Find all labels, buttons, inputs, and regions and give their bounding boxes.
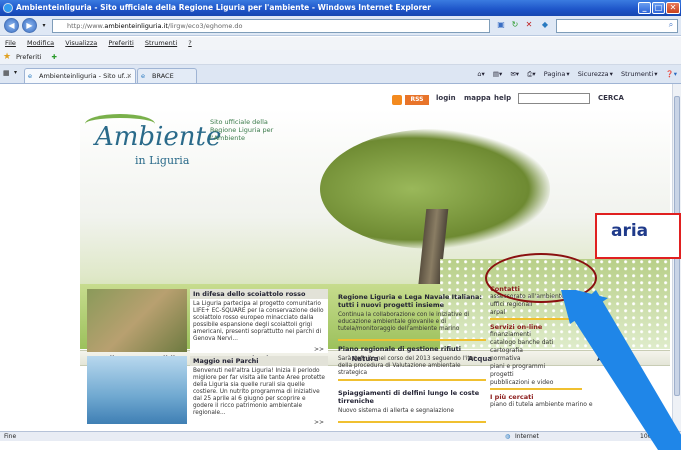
- status-text: Fine: [4, 433, 17, 440]
- middle-news-title[interactable]: Piano regionale di gestione rifiuti: [338, 345, 488, 353]
- logo-word: Ambiente: [95, 122, 222, 152]
- close-button[interactable]: ✕: [666, 2, 680, 14]
- tab-brace[interactable]: e BRACE: [137, 68, 197, 83]
- cerca-button[interactable]: CERCA: [598, 94, 624, 102]
- tab-label: Ambienteinliguria - Sito uf...: [39, 72, 130, 80]
- close-tab-icon[interactable]: ✕: [127, 69, 132, 83]
- globe-icon: ◍: [505, 433, 511, 440]
- address-domain: ambienteinliguria.it: [104, 22, 168, 30]
- star-icon[interactable]: ★: [3, 53, 11, 62]
- home-icon[interactable]: ⌂▾: [477, 70, 484, 78]
- print-icon[interactable]: ⎙▾: [527, 70, 535, 78]
- search-input[interactable]: [556, 19, 678, 33]
- ie-logo-icon: [3, 3, 13, 13]
- divider: [338, 339, 486, 341]
- window-title-bar: Ambienteinliguria - Sito ufficiale della…: [0, 0, 681, 16]
- site-search-input[interactable]: [518, 93, 590, 104]
- more-link[interactable]: >>: [314, 419, 324, 426]
- menu-visualizza[interactable]: Visualizza: [65, 39, 97, 47]
- middle-news-body: Sarà definito nel corso del 2013 seguend…: [338, 356, 476, 376]
- compatibility-icon[interactable]: ▣: [496, 20, 506, 30]
- mail-icon[interactable]: ✉▾: [510, 70, 519, 78]
- favorites-label[interactable]: Preferiti: [16, 53, 41, 61]
- refresh-icon[interactable]: ↻: [510, 20, 520, 30]
- address-toolbar: ◀ ▶ ▾ http://www.ambienteinliguria.it/li…: [0, 16, 681, 36]
- news-title[interactable]: In difesa dello scoiattolo rosso: [190, 289, 328, 299]
- squirrel-image[interactable]: [87, 289, 187, 352]
- tab-list-icon[interactable]: ▾: [14, 69, 17, 76]
- top-links: RSS login mappa help CERCA: [370, 93, 670, 106]
- page-icon: e: [28, 72, 32, 80]
- menu-preferiti[interactable]: Preferiti: [108, 39, 133, 47]
- zone-label: Internet: [515, 433, 539, 440]
- help-link[interactable]: help: [494, 94, 511, 102]
- logo-tagline: Sito ufficiale della Regione Liguria per…: [210, 118, 274, 142]
- logo-subtitle: in Liguria: [135, 154, 190, 167]
- search-icon[interactable]: ⌕: [666, 20, 676, 30]
- add-favorite-icon[interactable]: ✚: [52, 53, 57, 61]
- menu-bar: File Modifica Visualizza Preferiti Strum…: [0, 37, 681, 50]
- sitemap-link[interactable]: mappa: [464, 94, 491, 102]
- site-logo[interactable]: Ambiente in Liguria Sito ufficiale della…: [85, 114, 285, 184]
- news-item: Maggio nei Parchi Benvenuti nell'altra L…: [190, 356, 328, 426]
- tab-label: BRACE: [152, 72, 174, 80]
- middle-news-title[interactable]: Spiaggiamenti di delfini lungo le coste …: [338, 389, 488, 405]
- divider: [338, 421, 486, 423]
- middle-news-item: Regione Liguria e Lega Navale Italiana: …: [338, 293, 488, 333]
- arrow-annotation: [561, 290, 681, 450]
- rss-label[interactable]: RSS: [405, 95, 429, 105]
- news-title[interactable]: Maggio nei Parchi: [190, 356, 328, 366]
- page-icon: e: [141, 72, 145, 80]
- middle-news-title[interactable]: Regione Liguria e Lega Navale Italiana: …: [338, 293, 488, 309]
- address-prefix: http://www.: [67, 22, 105, 30]
- rss-icon[interactable]: [392, 95, 402, 105]
- address-path: /lirgw/eco3/eghome.do: [167, 22, 243, 30]
- news-body: La Liguria partecipa al progetto comunit…: [193, 301, 324, 342]
- divider: [338, 379, 486, 381]
- tab-row: ▦ ▾ e Ambienteinliguria - Sito uf... ✕ e…: [0, 65, 681, 84]
- middle-news-body: Continua la collaborazione con le inizia…: [338, 312, 470, 332]
- more-link[interactable]: >>: [314, 346, 324, 353]
- minimize-button[interactable]: _: [638, 2, 651, 14]
- feeds-icon[interactable]: ▤▾: [493, 70, 502, 78]
- chevron-down-icon[interactable]: ▾: [39, 21, 49, 31]
- back-button[interactable]: ◀: [4, 18, 19, 33]
- annotation-box: aria: [595, 213, 681, 259]
- live-search-icon: ◆: [541, 20, 549, 29]
- address-input[interactable]: http://www.ambienteinliguria.it/lirgw/ec…: [52, 19, 490, 33]
- forward-button[interactable]: ▶: [22, 18, 37, 33]
- middle-news-item: Spiaggiamenti di delfini lungo le coste …: [338, 389, 488, 415]
- menu-strumenti[interactable]: Strumenti: [145, 39, 177, 47]
- quick-tabs-icon[interactable]: ▦: [3, 69, 10, 77]
- menu-help[interactable]: ?: [188, 39, 191, 47]
- butterflies-image[interactable]: [87, 356, 187, 424]
- favorites-bar: ★ Preferiti ✚: [0, 50, 681, 65]
- help-icon[interactable]: ❓▾: [666, 70, 677, 78]
- maximize-button[interactable]: □: [652, 2, 665, 14]
- annotation-label: aria: [611, 221, 649, 241]
- window-title: Ambienteinliguria - Sito ufficiale della…: [16, 3, 431, 12]
- menu-modifica[interactable]: Modifica: [27, 39, 54, 47]
- command-sicurezza[interactable]: Sicurezza: [578, 70, 609, 78]
- news-body: Benvenuti nell'altra Liguria! Inizia il …: [193, 368, 325, 416]
- command-bar: ⌂▾ ▤▾ ✉▾ ⎙▾ Pagina▾ Sicurezza▾ Strumenti…: [477, 70, 677, 78]
- tab-ambienteinliguria[interactable]: e Ambienteinliguria - Sito uf... ✕: [24, 68, 136, 83]
- middle-news-body: Nuovo sistema di allerta e segnalazione: [338, 408, 454, 414]
- login-link[interactable]: login: [436, 94, 456, 102]
- menu-file[interactable]: File: [5, 39, 16, 47]
- stop-icon[interactable]: ✕: [524, 20, 534, 30]
- middle-news-item: Piano regionale di gestione rifiuti Sarà…: [338, 345, 488, 377]
- command-pagina[interactable]: Pagina: [544, 70, 566, 78]
- command-strumenti[interactable]: Strumenti: [621, 70, 653, 78]
- news-item: In difesa dello scoiattolo rosso La Ligu…: [190, 289, 328, 353]
